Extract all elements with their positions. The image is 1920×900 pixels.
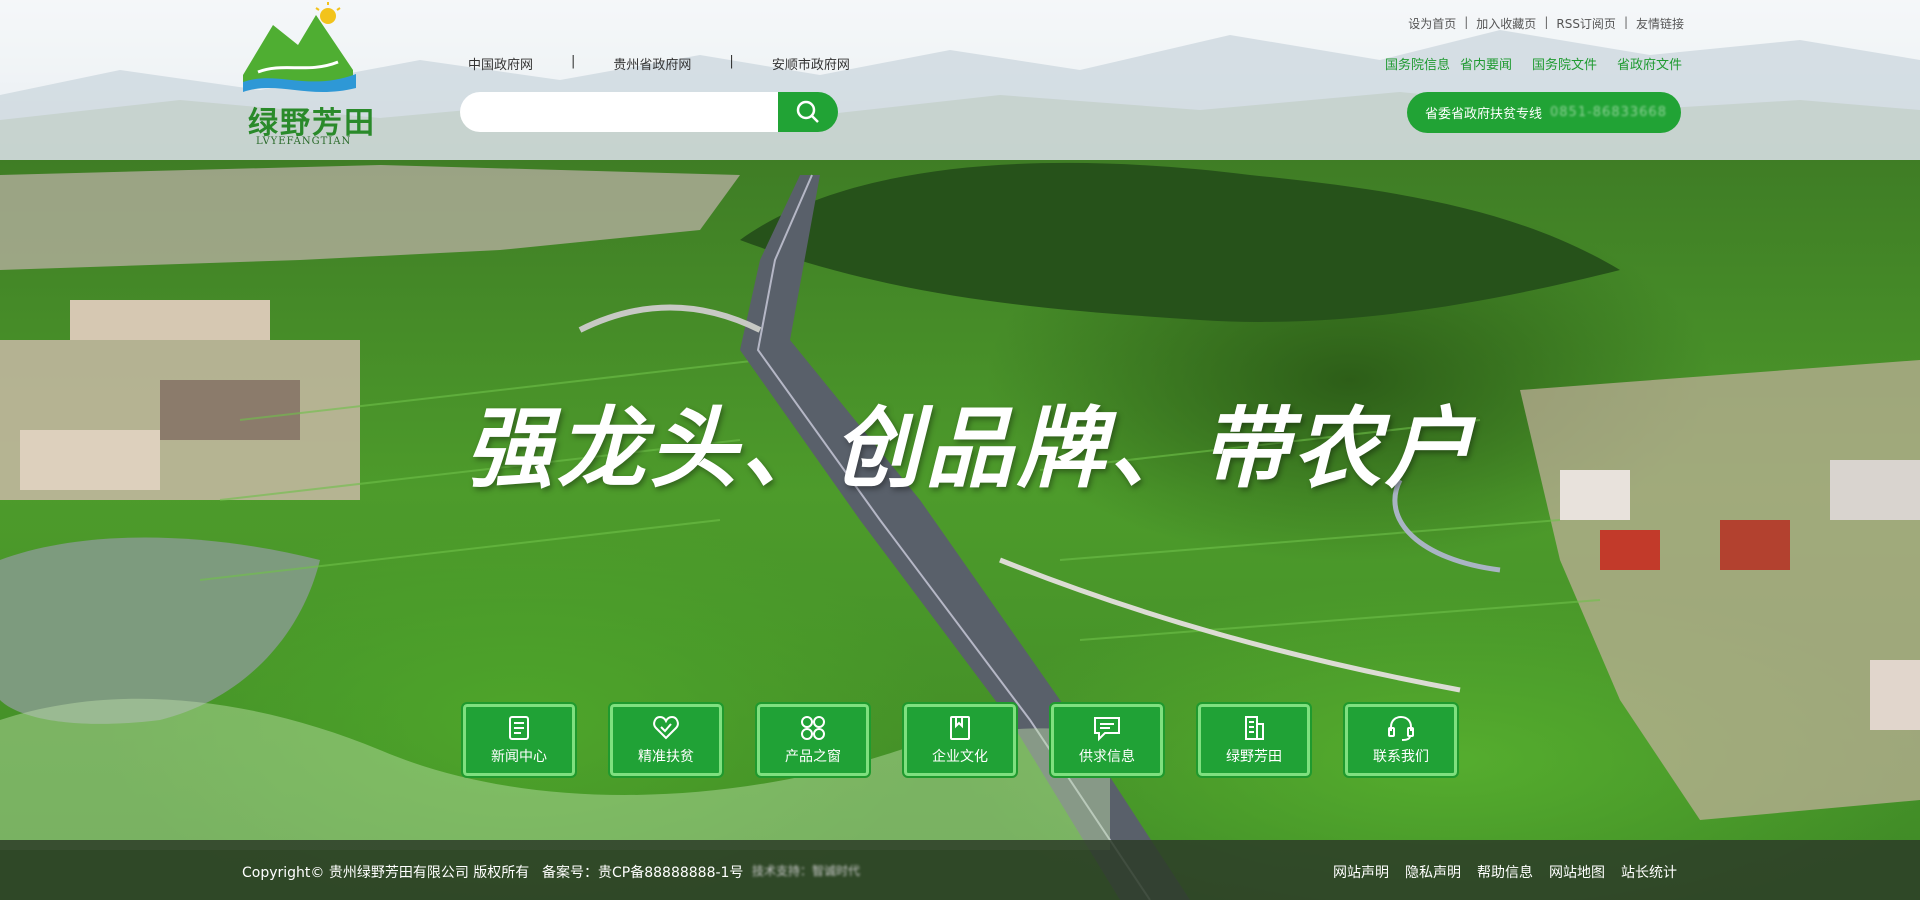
headset-icon <box>1388 715 1414 741</box>
footer-link-sitemap[interactable]: 网站地图 <box>1549 862 1605 882</box>
gov-links: 中国政府网 | 贵州省政府网 | 安顺市政府网 <box>468 54 850 73</box>
gov-link-china[interactable]: 中国政府网 <box>468 54 533 73</box>
tile-label: 精准扶贫 <box>638 749 694 765</box>
divider: | <box>571 54 576 69</box>
news-link-province-docs[interactable]: 省政府文件 <box>1617 54 1682 73</box>
rss-link[interactable]: RSS订阅页 <box>1556 15 1616 32</box>
icp-record: 备案号：贵CP备88888888-1号 <box>542 865 744 881</box>
search-button[interactable] <box>778 92 838 132</box>
footer-link-stats[interactable]: 站长统计 <box>1621 862 1677 882</box>
search-icon <box>796 100 819 123</box>
tile-lvyefangtian[interactable]: 绿野芳田 <box>1196 702 1312 778</box>
divider: | <box>1464 15 1469 29</box>
news-link-state-council-info[interactable]: 国务院信息 <box>1385 54 1450 73</box>
news-links: 国务院信息 省内要闻 国务院文件 省政府文件 <box>1385 54 1682 73</box>
tile-poverty-relief[interactable]: 精准扶贫 <box>608 702 724 778</box>
hotline-label: 省委省政府扶贫专线 <box>1425 107 1543 122</box>
gov-link-anshun[interactable]: 安顺市政府网 <box>772 54 850 73</box>
divider: | <box>729 54 734 69</box>
search-bar <box>460 92 838 132</box>
footer-bar: Copyright© 贵州绿野芳田有限公司 版权所有 备案号：贵CP备88888… <box>0 840 1920 900</box>
tile-culture[interactable]: 企业文化 <box>902 702 1018 778</box>
tile-news-center[interactable]: 新闻中心 <box>461 702 577 778</box>
logo-brand-en-text: LVYEFANGTIAN <box>256 136 352 147</box>
grid-icon <box>801 716 825 740</box>
footer-links: 网站声明 隐私声明 帮助信息 网站地图 站长统计 <box>1333 862 1677 882</box>
news-icon <box>509 716 529 740</box>
site-logo[interactable]: 绿野芳田 LVYEFANGTIAN <box>238 0 388 150</box>
book-icon <box>950 716 970 740</box>
header-bar: 绿野芳田 LVYEFANGTIAN 中国政府网 | 贵州省政府网 | 安顺市政府… <box>0 0 1920 160</box>
building-icon <box>1245 716 1264 740</box>
news-link-state-council-docs[interactable]: 国务院文件 <box>1532 54 1597 73</box>
gov-link-guizhou[interactable]: 贵州省政府网 <box>613 54 691 73</box>
heart-icon <box>653 715 679 740</box>
footer-link-help[interactable]: 帮助信息 <box>1477 862 1533 882</box>
friend-links-link[interactable]: 友情链接 <box>1636 15 1684 32</box>
tile-contact-us[interactable]: 联系我们 <box>1343 702 1459 778</box>
search-input[interactable] <box>460 92 778 132</box>
news-link-province-news[interactable]: 省内要闻 <box>1460 54 1512 73</box>
tile-label: 绿野芳田 <box>1226 749 1282 765</box>
divider: | <box>1544 15 1549 29</box>
tile-label: 联系我们 <box>1373 749 1429 765</box>
tile-label: 供求信息 <box>1079 749 1135 765</box>
tile-label: 产品之窗 <box>785 749 841 765</box>
tile-label: 企业文化 <box>932 749 988 765</box>
copyright-text: Copyright© 贵州绿野芳田有限公司 版权所有 <box>242 865 530 881</box>
message-icon <box>1094 717 1120 742</box>
footer-link-statement[interactable]: 网站声明 <box>1333 862 1389 882</box>
hero-slogan: 强龙头、创品牌、带农户 <box>465 396 1478 500</box>
set-homepage-link[interactable]: 设为首页 <box>1408 15 1456 32</box>
footer-link-privacy[interactable]: 隐私声明 <box>1405 862 1461 882</box>
divider: | <box>1623 15 1628 29</box>
nav-tiles: 新闻中心 精准扶贫 产品之窗 企业文化 供求信息 绿野芳田 联系我们 <box>461 702 1459 778</box>
tile-label: 新闻中心 <box>491 749 547 765</box>
logo-mountain-icon <box>243 2 356 92</box>
hotline-number: 0851-86833668 <box>1550 105 1667 120</box>
top-utility-links: 设为首页 | 加入收藏页 | RSS订阅页 | 友情链接 <box>1408 15 1684 32</box>
poverty-hotline[interactable]: 省委省政府扶贫专线 0851-86833668 <box>1407 92 1681 133</box>
add-favorite-link[interactable]: 加入收藏页 <box>1476 15 1536 32</box>
tile-supply-demand[interactable]: 供求信息 <box>1049 702 1165 778</box>
tech-support-text: 技术支持：智诚时代 <box>752 864 861 878</box>
tile-products[interactable]: 产品之窗 <box>755 702 871 778</box>
